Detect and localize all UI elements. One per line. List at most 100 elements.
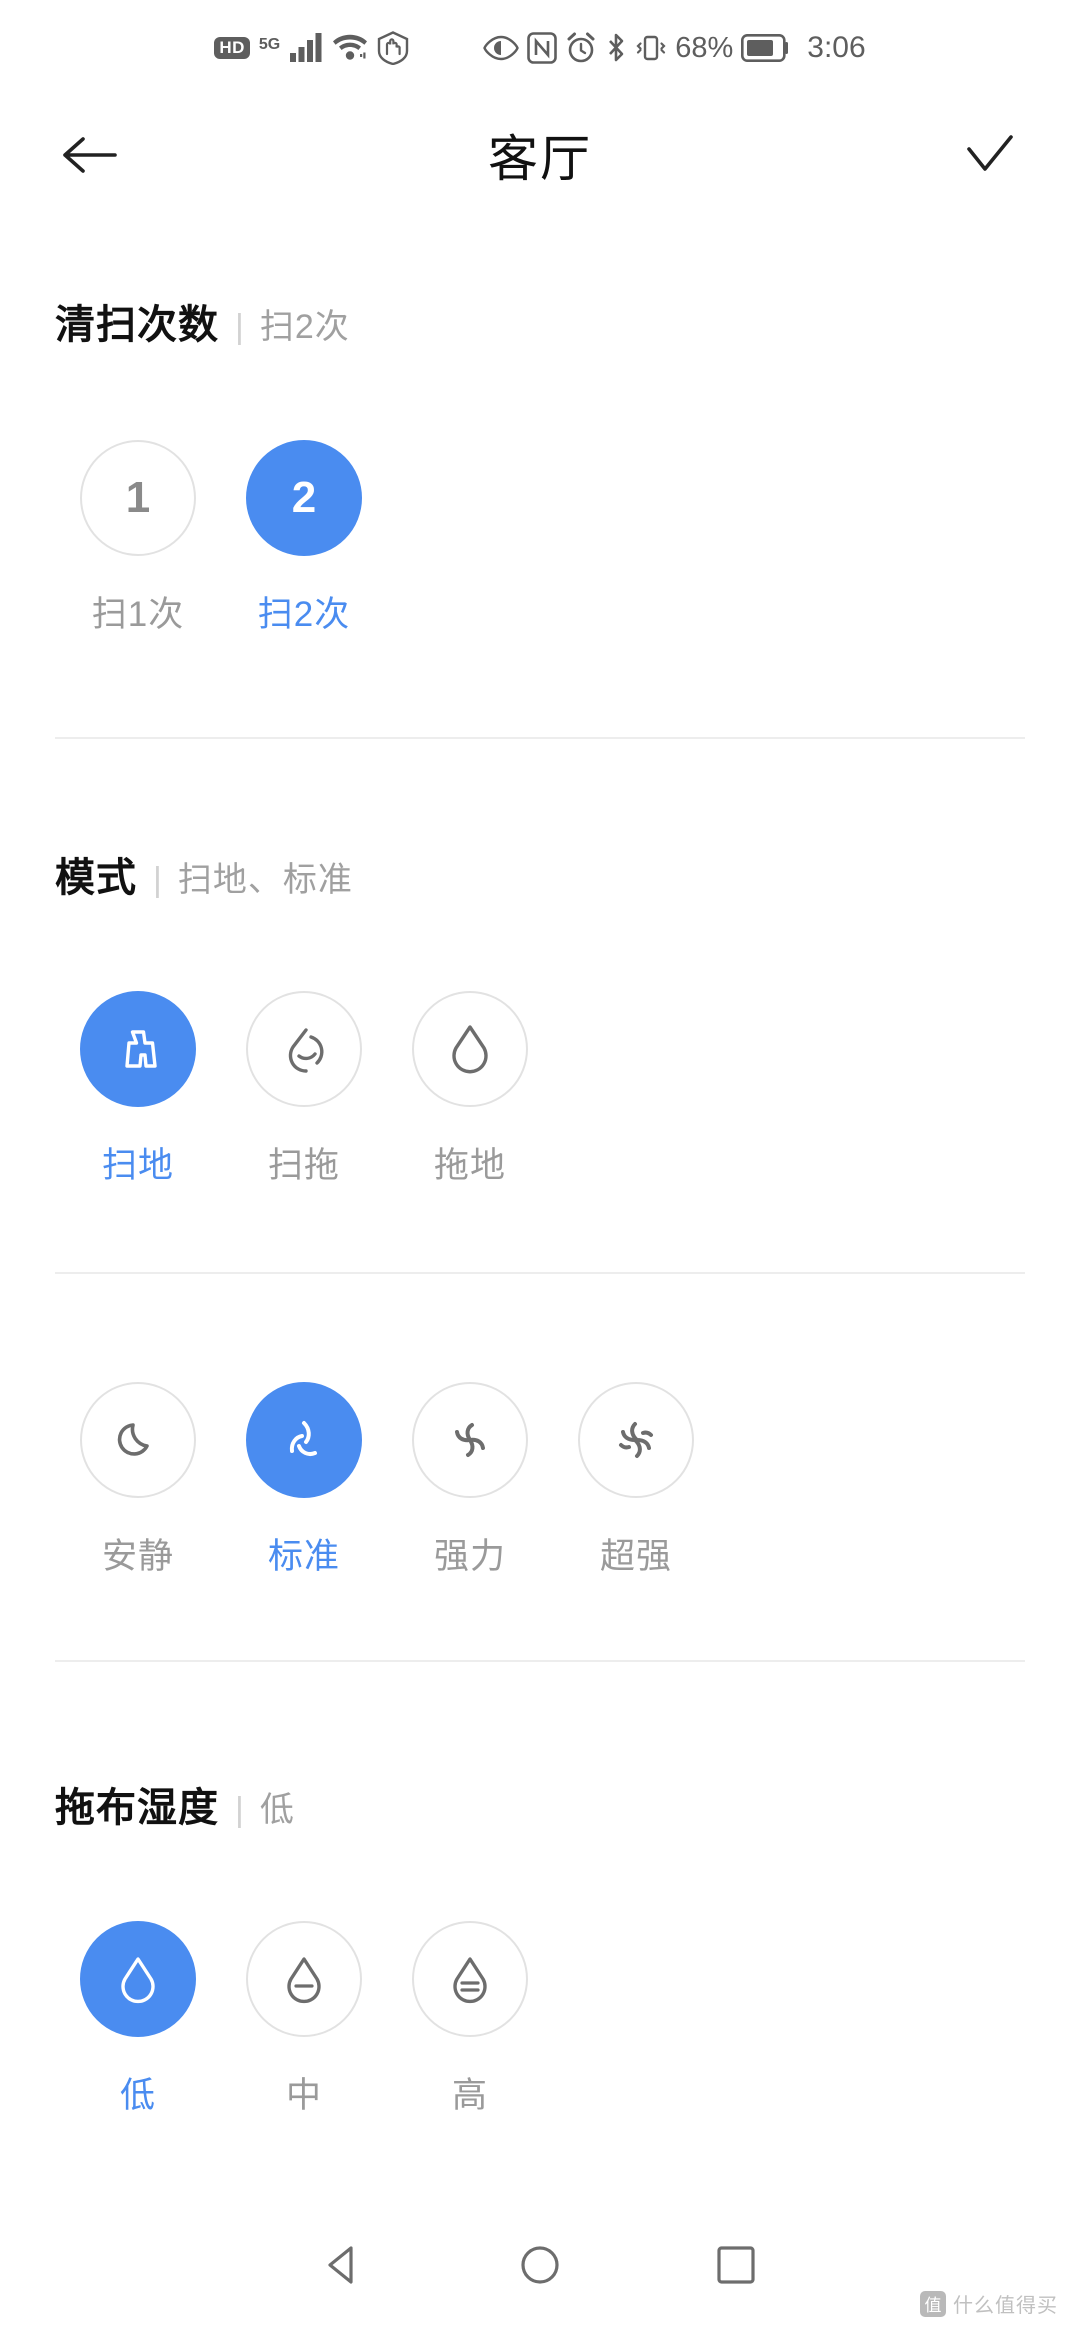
fan-2-blade-icon [277, 1413, 331, 1467]
nav-back-triangle-icon[interactable] [321, 2242, 367, 2288]
battery-percent-label: 68% [675, 31, 734, 64]
battery-icon [741, 34, 789, 62]
section-separator: | [235, 1791, 244, 1829]
option-label: 高 [451, 2076, 488, 2115]
watermark: 值 什么值得买 [920, 2289, 1058, 2318]
option-circle[interactable] [80, 1921, 196, 2037]
signal-bars-icon [289, 33, 323, 63]
status-bar-left-group: HD 5G [214, 31, 409, 65]
alarm-icon [565, 32, 597, 64]
option-label: 扫2次 [257, 595, 351, 634]
option-label: 超强 [599, 1537, 672, 1576]
eye-comfort-icon [483, 33, 520, 63]
app-screen: HD 5G 68% 3:06 客厅 清扫次数 | 扫2次 1 扫1次 2 扫2次… [0, 0, 1080, 2340]
watermark-text: 什么值得买 [953, 2295, 1058, 2317]
option-circle[interactable] [412, 991, 528, 1107]
broom-icon [107, 1018, 169, 1080]
section-clean-count: 清扫次数 | 扫2次 1 扫1次 2 扫2次 [0, 282, 1080, 637]
section-header-mop-humidity: 拖布湿度 | 低 [55, 1765, 1025, 1833]
section-header-clean-count: 清扫次数 | 扫2次 [55, 282, 1025, 350]
option-circle[interactable] [246, 1921, 362, 2037]
clean-count-options: 1 扫1次 2 扫2次 [55, 440, 1025, 637]
option-label: 标准 [267, 1537, 340, 1576]
drop-level-low-icon [114, 1952, 162, 2006]
page-title: 客厅 [488, 131, 592, 187]
option-suction-quiet[interactable]: 安静 [55, 1382, 221, 1579]
option-label: 安静 [101, 1537, 174, 1576]
option-label: 拖地 [433, 1146, 506, 1185]
watermark-badge: 值 [920, 2290, 946, 2317]
option-suction-max[interactable]: 超强 [553, 1382, 719, 1579]
section-mop-humidity: 拖布湿度 | 低 低 中 高 [0, 1765, 1080, 2118]
option-label: 中 [285, 2076, 322, 2115]
option-suction-strong[interactable]: 强力 [387, 1382, 553, 1579]
section-suction: 安静 标准 强力 超强 [0, 1382, 1080, 1579]
back-button[interactable] [55, 120, 125, 190]
count-glyph: 2 [291, 473, 317, 522]
nfc-icon [527, 32, 558, 64]
moon-icon [112, 1414, 164, 1466]
section-mode: 模式 | 扫地、标准 扫地 扫拖 拖地 [0, 835, 1080, 1188]
section-summary: 低 [259, 1791, 295, 1829]
option-label: 扫1次 [91, 595, 185, 634]
option-circle[interactable]: 1 [80, 440, 196, 556]
option-humidity-mid[interactable]: 中 [221, 1921, 387, 2118]
option-humidity-low[interactable]: 低 [55, 1921, 221, 2118]
section-separator: | [153, 861, 162, 899]
hd-icon: HD [214, 37, 250, 59]
suction-options: 安静 标准 强力 超强 [55, 1382, 1025, 1579]
sweep-mop-icon [275, 1020, 333, 1078]
option-circle[interactable] [246, 991, 362, 1107]
option-circle[interactable] [412, 1382, 528, 1498]
option-clean-once[interactable]: 1 扫1次 [55, 440, 221, 637]
divider-2 [55, 1272, 1025, 1274]
divider-3 [55, 1660, 1025, 1662]
drop-level-mid-icon [280, 1952, 328, 2006]
option-circle[interactable] [578, 1382, 694, 1498]
option-mode-sweep[interactable]: 扫地 [55, 991, 221, 1188]
vibrate-icon [635, 33, 667, 63]
nav-recents-square-icon[interactable] [713, 2242, 759, 2288]
option-mode-mop[interactable]: 拖地 [387, 991, 553, 1188]
hand-shield-icon [377, 31, 409, 65]
option-circle[interactable] [246, 1382, 362, 1498]
mop-humidity-options: 低 中 高 [55, 1921, 1025, 2118]
option-label: 扫地 [101, 1146, 174, 1185]
option-circle[interactable] [80, 991, 196, 1107]
5g-icon: 5G [258, 36, 281, 53]
fan-3-blade-icon [443, 1413, 497, 1467]
section-title: 清扫次数 [55, 303, 219, 347]
wifi-icon [332, 33, 368, 63]
section-title: 拖布湿度 [55, 1786, 219, 1830]
bluetooth-icon [605, 32, 627, 64]
drop-level-high-icon [446, 1952, 494, 2006]
section-title: 模式 [55, 856, 137, 900]
check-icon [961, 133, 1019, 177]
option-circle[interactable] [80, 1382, 196, 1498]
system-nav-bar [0, 2190, 1080, 2340]
section-summary: 扫地、标准 [177, 861, 353, 899]
option-label: 低 [119, 2076, 156, 2115]
section-separator: | [235, 308, 244, 346]
option-humidity-high[interactable]: 高 [387, 1921, 553, 2118]
mode-options: 扫地 扫拖 拖地 [55, 991, 1025, 1188]
option-suction-standard[interactable]: 标准 [221, 1382, 387, 1579]
status-bar: HD 5G 68% 3:06 [0, 0, 1080, 96]
nav-home-circle-icon[interactable] [517, 2242, 563, 2288]
status-bar-right-group: 68% 3:06 [483, 31, 866, 64]
app-header: 客厅 [0, 96, 1080, 214]
section-header-mode: 模式 | 扫地、标准 [55, 835, 1025, 903]
water-drop-icon [444, 1020, 496, 1078]
option-label: 扫拖 [267, 1146, 340, 1185]
option-circle[interactable] [412, 1921, 528, 2037]
option-clean-twice[interactable]: 2 扫2次 [221, 440, 387, 637]
option-circle[interactable]: 2 [246, 440, 362, 556]
fan-4-blade-icon [609, 1413, 663, 1467]
arrow-left-icon [61, 133, 119, 177]
divider-1 [55, 737, 1025, 739]
confirm-button[interactable] [955, 120, 1025, 190]
clock-label: 3:06 [807, 31, 866, 64]
option-mode-sweep-mop[interactable]: 扫拖 [221, 991, 387, 1188]
count-glyph: 1 [125, 473, 151, 522]
section-summary: 扫2次 [259, 308, 350, 346]
